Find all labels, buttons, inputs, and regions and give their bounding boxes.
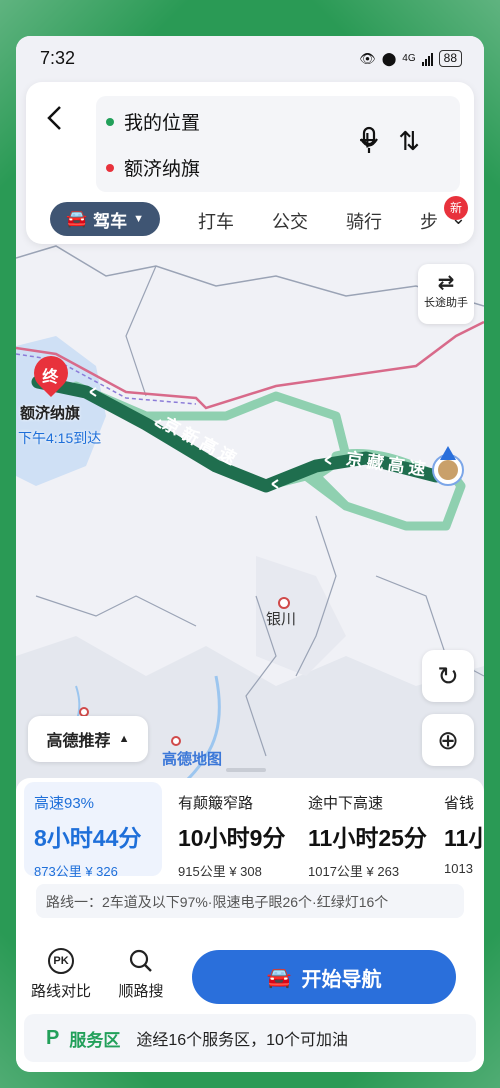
along-search-button[interactable]: 顺路搜 [106,948,176,1001]
tab-drive[interactable]: 🚘 驾车 ▼ [50,202,160,236]
chevron-down-icon: ▼ [133,213,145,225]
tab-bike[interactable]: 骑行 [346,208,382,234]
bottom-actions: PK 路线对比 顺路搜 🚘 开始导航 [16,930,484,1016]
route-compare-label: 路线对比 [30,983,91,1000]
phone-screen: 京新高速 京藏高速 终 额济纳旗 下午4:15到达 银川 7:32 👁 ⬤ 4G… [16,36,484,1072]
route-search-card: 我的位置 额济纳旗 + ⇅ 🚘 驾车 ▼ 打车 公交 骑行 步 新 [26,82,474,244]
long-trip-icon: ⇄ [437,272,455,294]
start-navigation-label: 开始导航 [301,968,382,991]
start-navigation-button[interactable]: 🚘 开始导航 [192,950,456,1004]
signal-icon [421,52,433,66]
panel-handle[interactable] [226,768,266,772]
start-point-text: 我的位置 [124,113,201,134]
service-area-bar[interactable]: P 服务区 途经16个服务区，10个可加油 [24,1014,476,1062]
back-arrow-icon [47,106,61,130]
route-compare-button[interactable]: PK 路线对比 [26,948,96,1001]
route-description: 路线一：2车道及以下97%·限速电子眼26个·红绿灯16个 [36,884,464,918]
route-option-2[interactable]: 有颠簸窄路 10小时9分 915公里 ¥ 308 [168,782,298,879]
route-tag: 高速93% [34,795,95,812]
end-point-field[interactable]: 额济纳旗 [106,154,200,181]
route-inputs: 我的位置 额济纳旗 + ⇅ [96,96,460,192]
route-option-4[interactable]: 省钱 11小 1013 [434,782,484,876]
back-button[interactable] [44,104,74,134]
route-meta: 915公里 ¥ 308 [178,864,262,879]
car-icon: 🚘 [65,209,88,228]
new-badge: 新 [444,196,468,220]
status-icons: 👁 ⬤ 4G 88 [359,50,462,67]
route-time: 10小时9分 [178,825,286,851]
recommend-dropdown[interactable]: 高德推荐 ▲ [28,716,148,762]
locate-button[interactable]: ⊕ [422,714,474,766]
long-trip-assistant-button[interactable]: ⇄ 长途助手 [418,264,474,324]
swap-icon[interactable]: ⇅ [398,126,420,156]
network-label: 4G [402,53,416,64]
route-option-1[interactable]: 高速93% 8小时44分 873公里 ¥ 326 [24,782,162,879]
status-bar: 7:32 👁 ⬤ 4G 88 [16,36,484,80]
tab-transit[interactable]: 公交 [272,208,308,234]
route-meta: 873公里 ¥ 326 [34,864,118,879]
route-time: 11小 [444,825,484,851]
parking-icon: P [46,1026,60,1049]
end-point-text: 额济纳旗 [124,159,201,180]
refresh-icon: ↻ [437,661,459,691]
eye-icon: 👁 [359,50,376,66]
end-dot-icon [106,163,114,172]
route-meta: 1013 [444,861,473,876]
refresh-route-button[interactable]: ↻ [422,650,474,702]
route-option-3[interactable]: 途中下高速 11小时25分 1017公里 ¥ 263 [298,782,438,879]
search-icon [128,948,154,974]
recommend-label: 高德推荐 [46,733,111,750]
battery-indicator: 88 [438,50,462,67]
eta-label: 下午4:15到达 [18,430,102,446]
along-search-label: 顺路搜 [118,983,164,1000]
car-icon: 🚘 [266,966,292,989]
route-meta: 1017公里 ¥ 263 [308,864,400,879]
pk-icon: PK [48,948,74,974]
map-logo: 高德地图 [162,751,223,768]
locate-icon: ⊕ [437,725,459,755]
location-icon: ⬤ [381,50,397,66]
tab-walk[interactable]: 步 [420,208,438,234]
long-trip-label: 长途助手 [424,297,468,309]
city-label: 银川 [266,611,297,628]
tab-taxi[interactable]: 打车 [198,208,234,234]
start-point-field[interactable]: 我的位置 [106,108,200,135]
route-time: 8小时44分 [34,825,142,851]
route-actions: + ⇅ [359,126,442,157]
route-tag: 途中下高速 [308,795,384,812]
route-panel: 高速93% 8小时44分 873公里 ¥ 326 有颠簸窄路 10小时9分 91… [16,778,484,1072]
destination-label: 额济纳旗 [20,405,81,422]
start-dot-icon [106,117,114,126]
tab-drive-label: 驾车 [93,211,128,231]
service-area-text: 途经16个服务区，10个可加油 [136,1032,348,1049]
more-modes-button[interactable]: ⌄ 新 [444,196,468,229]
chevron-up-icon: ▲ [118,733,130,745]
route-tag: 省钱 [444,795,475,812]
map-view[interactable]: 京新高速 京藏高速 终 额济纳旗 下午4:15到达 银川 7:32 👁 ⬤ 4G… [16,36,484,816]
transport-mode-tabs: 🚘 驾车 ▼ 打车 公交 骑行 步 ⌄ 新 [40,196,470,236]
status-time: 7:32 [40,48,76,68]
end-marker-text: 终 [42,369,59,387]
service-area-title: 服务区 [69,1030,121,1050]
route-tag: 有颠簸窄路 [178,795,254,812]
route-time: 11小时25分 [308,825,427,851]
